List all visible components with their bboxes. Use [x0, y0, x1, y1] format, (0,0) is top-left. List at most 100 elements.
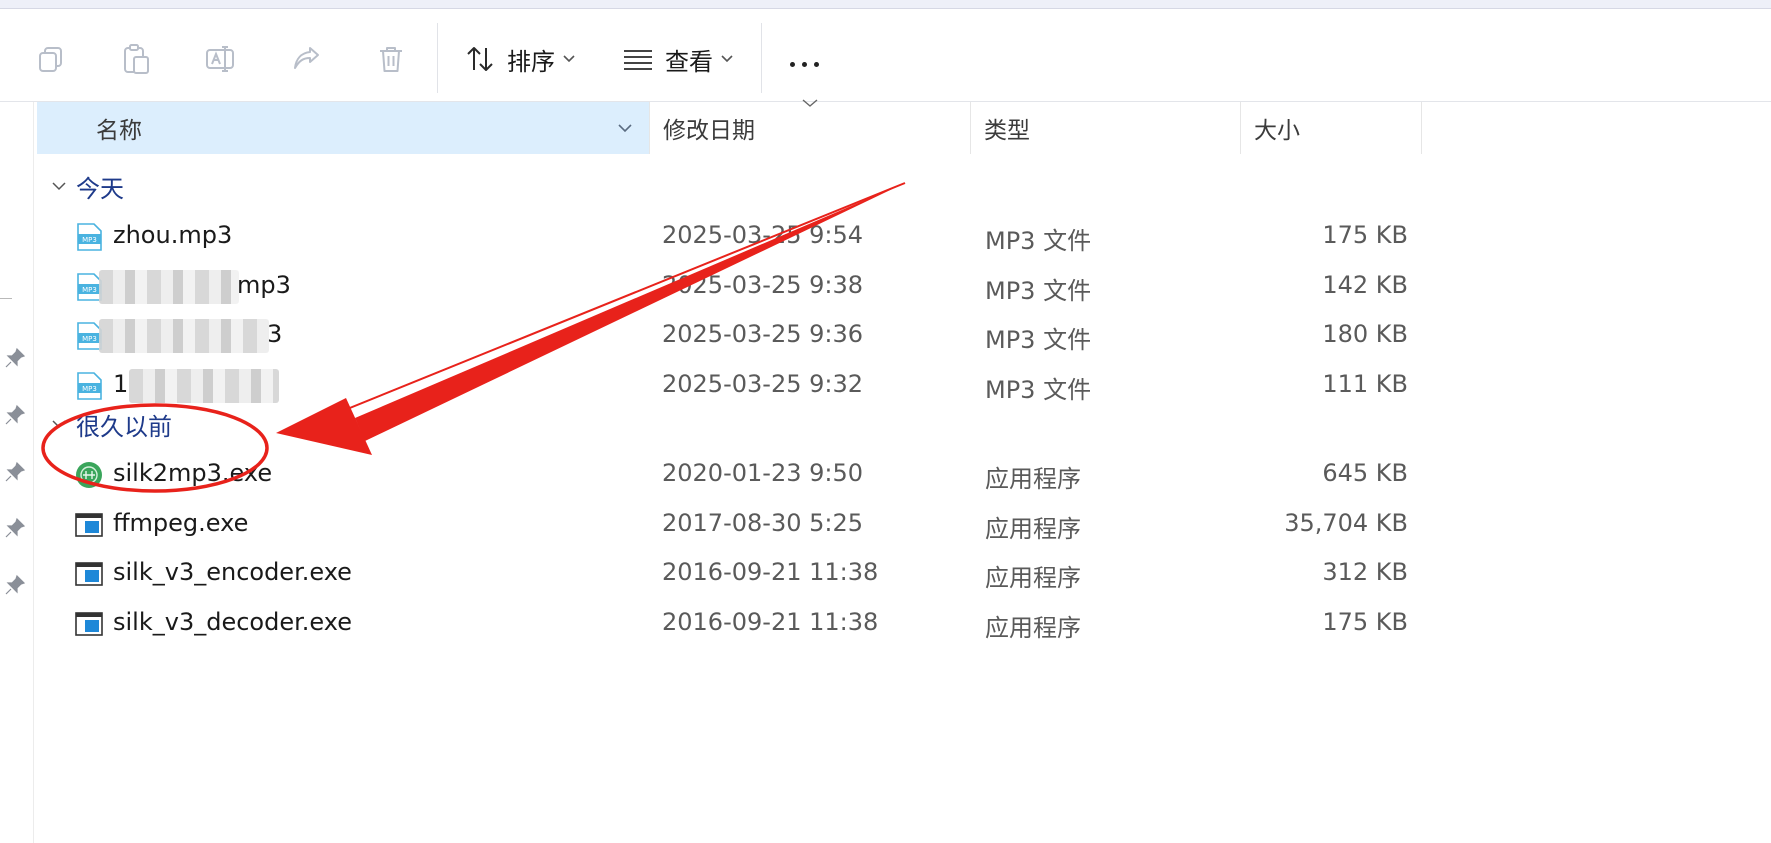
view-list-icon: [624, 50, 652, 70]
file-type: 应用程序: [985, 564, 1081, 592]
pin-icon[interactable]: [3, 460, 27, 484]
mp3-file-icon: MP3: [77, 223, 102, 251]
file-row[interactable]: MP3 mp3 2025-03-25 9:38 MP3 文件 142 KB: [37, 262, 1422, 312]
redacted-filename: [99, 319, 269, 353]
file-date: 2017-08-30 5:25: [662, 509, 863, 537]
file-row[interactable]: MP3 1 2025-03-25 9:32 MP3 文件 111 KB: [37, 361, 1422, 411]
more-icon: [790, 62, 795, 67]
more-options-button[interactable]: [790, 59, 830, 71]
view-label: 查看: [665, 47, 713, 76]
file-size: 180 KB: [1322, 320, 1408, 348]
view-menu-button[interactable]: 查看: [623, 37, 733, 81]
file-date: 2025-03-25 9:32: [662, 370, 863, 398]
rename-icon: [206, 46, 234, 72]
file-size: 312 KB: [1322, 558, 1408, 586]
file-size: 645 KB: [1322, 459, 1408, 487]
toolbar-separator: [761, 23, 762, 93]
sort-descending-icon: [802, 99, 818, 107]
exe-file-icon: [75, 513, 103, 537]
column-name-label: 名称: [96, 118, 142, 144]
group-label: 今天: [76, 174, 124, 203]
command-bar: 排序 查看: [0, 9, 1771, 102]
sort-icon: [467, 47, 493, 71]
column-header-date[interactable]: 修改日期: [649, 102, 971, 154]
file-type: MP3 文件: [985, 376, 1092, 404]
column-size-label: 大小: [1254, 118, 1300, 144]
chevron-down-icon: [563, 55, 575, 63]
file-type: MP3 文件: [985, 227, 1092, 255]
group-header-long-ago[interactable]: 很久以前: [52, 408, 172, 441]
file-type: 应用程序: [985, 515, 1081, 543]
file-name: silk2mp3.exe: [113, 459, 273, 487]
copy-button[interactable]: [31, 39, 71, 79]
exe-file-icon: [75, 612, 103, 636]
svg-text:MP3: MP3: [82, 335, 97, 343]
pin-icon[interactable]: [3, 346, 27, 370]
rename-button[interactable]: [201, 39, 241, 79]
navigation-pane-edge: [0, 102, 34, 843]
group-label: 很久以前: [76, 412, 172, 441]
file-name: zhou.mp3: [113, 221, 233, 249]
pin-icon[interactable]: [3, 516, 27, 540]
file-date: 2025-03-25 9:54: [662, 221, 863, 249]
pin-icon[interactable]: [3, 403, 27, 427]
file-name: silk_v3_encoder.exe: [113, 558, 352, 586]
paste-button[interactable]: [116, 39, 156, 79]
share-icon: [294, 47, 319, 69]
svg-text:MP3: MP3: [82, 385, 97, 393]
copy-icon: [39, 47, 62, 72]
redacted-filename: [129, 369, 279, 403]
column-date-label: 修改日期: [663, 118, 755, 144]
divider: [0, 298, 12, 299]
file-row[interactable]: silk_v3_encoder.exe 2016-09-21 11:38 应用程…: [37, 549, 1422, 599]
file-date: 2020-01-23 9:50: [662, 459, 863, 487]
file-size: 175 KB: [1322, 608, 1408, 636]
chevron-down-icon: [52, 182, 66, 191]
sort-label: 排序: [507, 47, 555, 76]
file-type: MP3 文件: [985, 277, 1092, 305]
file-name: silk_v3_decoder.exe: [113, 608, 352, 636]
toolbar-separator: [437, 23, 438, 93]
delete-button[interactable]: [371, 39, 411, 79]
file-type: 应用程序: [985, 614, 1081, 642]
paste-icon: [124, 44, 149, 74]
file-date: 2025-03-25 9:36: [662, 320, 863, 348]
chevron-down-icon: [52, 420, 66, 429]
delete-icon: [380, 47, 402, 72]
file-date: 2025-03-25 9:38: [662, 271, 863, 299]
file-size: 175 KB: [1322, 221, 1408, 249]
file-size: 111 KB: [1322, 370, 1408, 398]
pin-icon[interactable]: [3, 573, 27, 597]
file-name: 3: [267, 320, 283, 348]
silk2mp3-app-icon: [76, 462, 102, 488]
column-header-name[interactable]: 名称: [37, 102, 649, 154]
svg-text:MP3: MP3: [82, 286, 97, 294]
file-name: ffmpeg.exe: [113, 509, 249, 537]
file-size: 35,704 KB: [1284, 509, 1408, 537]
column-header-row: 名称 修改日期 类型 大小: [37, 99, 1422, 154]
window-top-edge: [0, 0, 1771, 9]
column-header-type[interactable]: 类型: [970, 102, 1241, 154]
group-header-today[interactable]: 今天: [52, 170, 124, 203]
file-row[interactable]: MP3 3 2025-03-25 9:36 MP3 文件 180 KB: [37, 311, 1422, 361]
column-header-size[interactable]: 大小: [1240, 102, 1422, 154]
chevron-down-icon[interactable]: [612, 120, 638, 136]
file-date: 2016-09-21 11:38: [662, 608, 879, 636]
exe-file-icon: [75, 562, 103, 586]
file-type: 应用程序: [985, 465, 1081, 493]
file-name: mp3: [237, 271, 291, 299]
file-type: MP3 文件: [985, 326, 1092, 354]
chevron-down-icon: [721, 55, 733, 63]
file-row[interactable]: ffmpeg.exe 2017-08-30 5:25 应用程序 35,704 K…: [37, 500, 1422, 550]
redacted-filename: [99, 270, 239, 304]
file-row[interactable]: silk2mp3.exe 2020-01-23 9:50 应用程序 645 KB: [37, 450, 1422, 500]
file-row[interactable]: silk_v3_decoder.exe 2016-09-21 11:38 应用程…: [37, 599, 1422, 649]
file-name: 1: [113, 370, 129, 398]
share-button[interactable]: [286, 39, 326, 79]
file-date: 2016-09-21 11:38: [662, 558, 879, 586]
file-size: 142 KB: [1322, 271, 1408, 299]
mp3-file-icon: MP3: [77, 372, 102, 400]
svg-text:MP3: MP3: [82, 236, 97, 244]
file-row[interactable]: MP3 zhou.mp3 2025-03-25 9:54 MP3 文件 175 …: [37, 212, 1422, 262]
sort-menu-button[interactable]: 排序: [465, 37, 575, 81]
